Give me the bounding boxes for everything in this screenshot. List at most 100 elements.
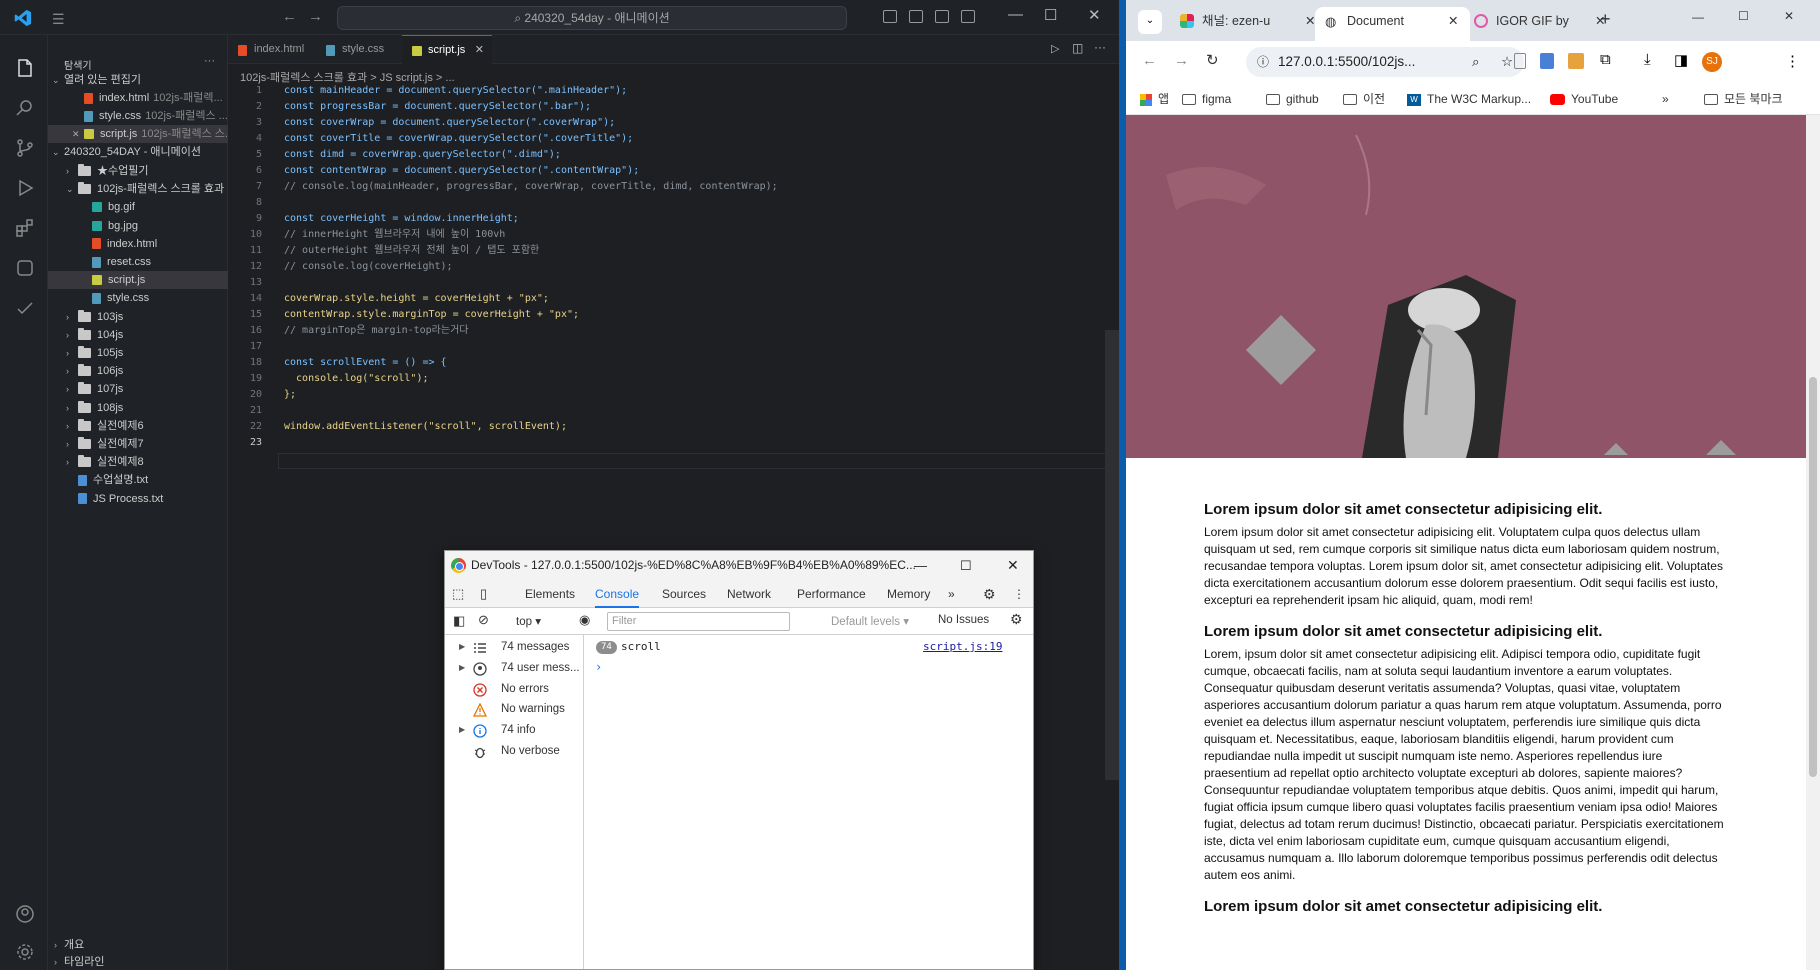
- console-prompt-icon[interactable]: ›: [595, 660, 602, 674]
- context-select[interactable]: top ▾: [516, 614, 541, 628]
- search-icon[interactable]: [14, 97, 36, 119]
- file-item[interactable]: reset.css: [48, 253, 228, 271]
- inspect-element-icon[interactable]: ⬚: [452, 580, 464, 608]
- outline-section[interactable]: › 개요: [48, 936, 228, 954]
- tab-index-html[interactable]: index.html: [228, 35, 316, 64]
- chrome-tab-igor-gif[interactable]: IGOR GIF by ✕: [1460, 7, 1615, 41]
- chevron-right-icon[interactable]: ›: [66, 326, 69, 344]
- chrome-menu-icon[interactable]: ⋮: [1785, 52, 1800, 70]
- zoom-icon[interactable]: ⌕: [1472, 47, 1480, 77]
- remote-explorer-icon[interactable]: [14, 257, 36, 279]
- open-editor-item[interactable]: style.css 102js-패럴렉스 ...: [48, 107, 228, 125]
- more-actions-icon[interactable]: ···: [204, 55, 215, 67]
- extensions-icon[interactable]: [14, 217, 36, 239]
- menu-icon[interactable]: ☰: [52, 11, 65, 28]
- tab-memory[interactable]: Memory: [887, 580, 930, 608]
- file-item[interactable]: index.html: [48, 235, 228, 253]
- extension-2-icon[interactable]: [1540, 53, 1554, 69]
- file-item[interactable]: bg.gif: [48, 198, 228, 216]
- all-bookmarks[interactable]: 모든 북마크: [1704, 83, 1783, 115]
- split-editor-icon[interactable]: ◫: [1072, 41, 1083, 55]
- toggle-panel-icon[interactable]: [909, 10, 923, 23]
- tab-elements[interactable]: Elements: [525, 580, 575, 608]
- chevron-down-icon[interactable]: ⌄: [52, 71, 60, 89]
- bookmark-previous[interactable]: 이전: [1343, 83, 1385, 115]
- file-item[interactable]: JS Process.txt: [48, 490, 228, 508]
- sidebar-toggle-icon[interactable]: ◧: [453, 613, 465, 629]
- tab-network[interactable]: Network: [727, 580, 771, 608]
- tab-console[interactable]: Console: [595, 580, 640, 608]
- site-info-icon[interactable]: ⓘ: [1257, 47, 1269, 77]
- run-debug-icon[interactable]: [14, 177, 36, 199]
- explorer-icon[interactable]: [14, 57, 36, 79]
- timeline-section[interactable]: › 타임라인: [48, 953, 228, 970]
- open-editor-item[interactable]: ✕ script.js 102js-패럴렉스 스...: [48, 125, 228, 143]
- folder-item[interactable]: › 103js: [48, 308, 228, 326]
- source-control-icon[interactable]: [14, 137, 36, 159]
- new-tab-icon[interactable]: +: [1600, 9, 1611, 30]
- customize-layout-icon[interactable]: [961, 10, 975, 23]
- close-icon[interactable]: ✕: [1088, 6, 1101, 24]
- tab-script-js[interactable]: script.js ✕: [402, 35, 492, 64]
- extension-3-icon[interactable]: [1568, 53, 1584, 69]
- minimize-icon[interactable]: —: [914, 551, 927, 580]
- log-levels-select[interactable]: Default levels ▾: [831, 614, 909, 628]
- live-expression-eye-icon[interactable]: ◉: [579, 612, 590, 628]
- issues-counter[interactable]: No Issues: [938, 614, 989, 626]
- folder-item[interactable]: › 107js: [48, 380, 228, 398]
- workspace-section[interactable]: ⌄ 240320_54DAY - 애니메이션: [48, 143, 228, 161]
- close-tab-icon[interactable]: ✕: [475, 36, 484, 65]
- minimize-icon[interactable]: —: [1008, 6, 1023, 23]
- download-icon[interactable]: ⤓: [1644, 51, 1651, 68]
- testing-icon[interactable]: [14, 297, 36, 319]
- more-options-icon[interactable]: ⋮: [1013, 580, 1025, 608]
- more-tabs-icon[interactable]: »: [948, 580, 955, 608]
- editor-more-icon[interactable]: ···: [1094, 40, 1106, 54]
- chrome-tab-document[interactable]: ◍ Document ✕: [1315, 7, 1470, 41]
- chevron-right-icon[interactable]: ›: [66, 308, 69, 326]
- open-editors-section[interactable]: ⌄ 열려 있는 편집기: [48, 71, 228, 89]
- chevron-right-icon[interactable]: ›: [66, 417, 69, 435]
- minimize-icon[interactable]: —: [1692, 10, 1704, 24]
- chevron-right-icon[interactable]: ›: [66, 362, 69, 380]
- settings-gear-icon[interactable]: [14, 941, 36, 963]
- close-icon[interactable]: ✕: [1007, 551, 1019, 580]
- console-settings-icon[interactable]: ⚙: [1010, 611, 1023, 628]
- file-item[interactable]: style.css: [48, 289, 228, 307]
- chevron-right-icon[interactable]: ›: [66, 453, 69, 471]
- back-arrow-icon[interactable]: ←: [282, 8, 297, 25]
- folder-item[interactable]: › 104js: [48, 326, 228, 344]
- command-center-search[interactable]: ⌕ 240320_54day - 애니메이션: [337, 6, 847, 30]
- maximize-icon[interactable]: ☐: [1738, 9, 1749, 23]
- close-icon[interactable]: ✕: [1784, 9, 1794, 23]
- tab-performance[interactable]: Performance: [797, 580, 866, 608]
- filter-input[interactable]: Filter: [607, 612, 790, 631]
- chevron-right-icon[interactable]: ›: [66, 344, 69, 362]
- folder-item[interactable]: ⌄ 102js-패럴렉스 스크롤 효과: [48, 180, 228, 198]
- editor-scrollbar[interactable]: [1105, 330, 1119, 780]
- chevron-right-icon[interactable]: ›: [66, 380, 69, 398]
- tab-search-icon[interactable]: ⌄: [1138, 10, 1162, 34]
- file-item[interactable]: script.js: [48, 271, 228, 290]
- tab-sources[interactable]: Sources: [662, 580, 706, 608]
- address-bar[interactable]: ⓘ 127.0.0.1:5500/102js... ⌕ ☆: [1246, 47, 1524, 77]
- bookmark-star-icon[interactable]: ☆: [1501, 47, 1513, 77]
- chevron-down-icon[interactable]: ⌄: [52, 143, 60, 161]
- chevron-down-icon[interactable]: ⌄: [66, 180, 74, 198]
- toggle-sidebar-icon[interactable]: [883, 10, 897, 23]
- bookmark-w3c[interactable]: W The W3C Markup...: [1407, 83, 1531, 115]
- toggle-secondary-sidebar-icon[interactable]: [935, 10, 949, 23]
- close-tab-icon[interactable]: ✕: [1305, 7, 1315, 35]
- folder-item[interactable]: › 실전예제8: [48, 453, 228, 471]
- forward-arrow-icon[interactable]: →: [308, 8, 323, 25]
- folder-item[interactable]: › ★수업필기: [48, 162, 228, 180]
- side-panel-icon[interactable]: ◨: [1674, 51, 1688, 69]
- page-scrollbar[interactable]: [1806, 115, 1820, 970]
- maximize-icon[interactable]: ☐: [960, 551, 972, 580]
- folder-item[interactable]: › 실전예제6: [48, 417, 228, 435]
- reload-icon[interactable]: ↻: [1206, 51, 1219, 69]
- open-editor-item[interactable]: index.html 102js-패럴렉...: [48, 89, 228, 107]
- console-sidebar-item[interactable]: No verbose: [445, 739, 584, 763]
- bookmark-apps[interactable]: 앱: [1140, 83, 1169, 115]
- clear-console-icon[interactable]: ⊘: [478, 612, 489, 628]
